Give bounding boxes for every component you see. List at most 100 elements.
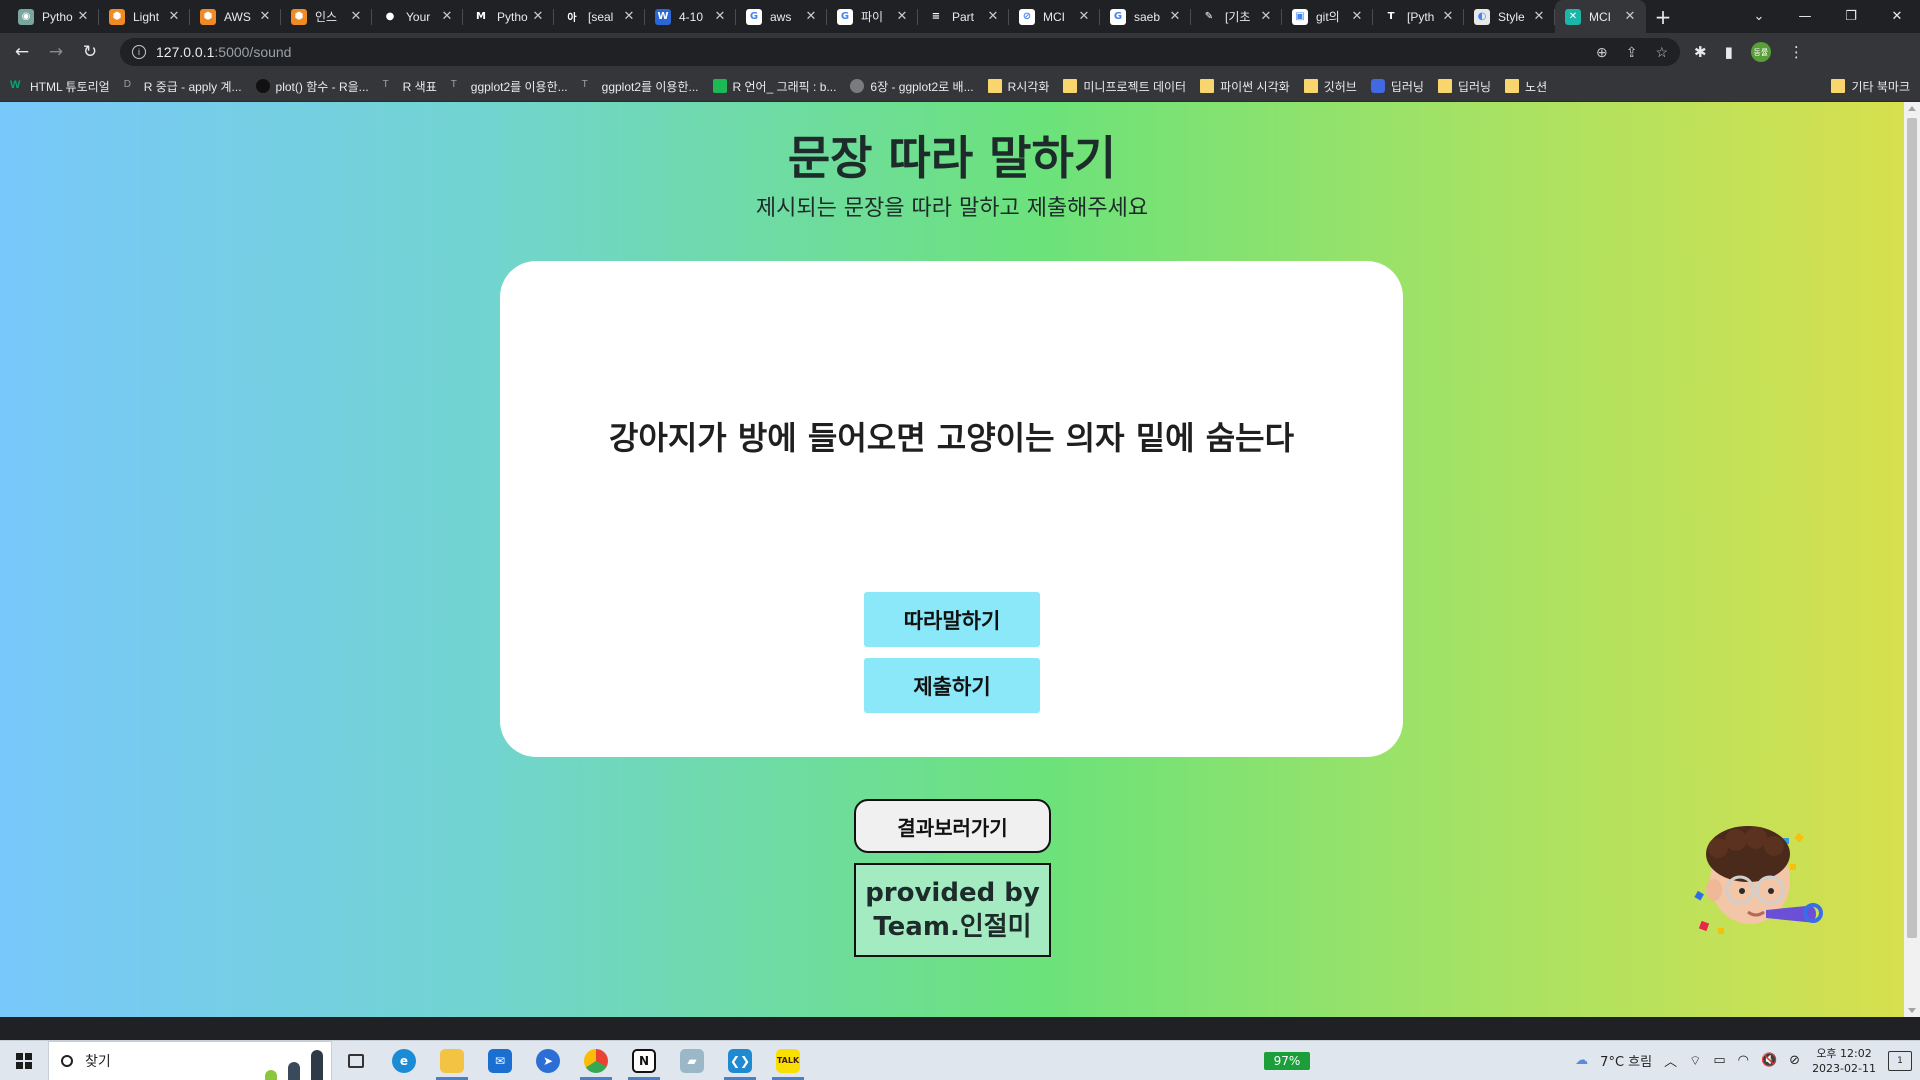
tab-close-icon[interactable]: ✕: [1440, 9, 1456, 24]
bookmark-item[interactable]: T R 색표: [383, 78, 437, 95]
taskbar-clock[interactable]: 오후 12:02 2023-02-11: [1812, 1046, 1876, 1076]
browser-tab[interactable]: G 파이 ✕: [827, 0, 918, 33]
back-button[interactable]: ←: [8, 38, 36, 66]
taskbar-chrome[interactable]: [572, 1041, 620, 1080]
taskbar-notion[interactable]: N: [620, 1041, 668, 1080]
taskbar-kakaotalk[interactable]: TALK: [764, 1041, 812, 1080]
windows-logo-icon: [16, 1052, 32, 1069]
tab-close-icon[interactable]: ✕: [348, 9, 364, 24]
tab-close-icon[interactable]: ✕: [166, 9, 182, 24]
bookmark-item[interactable]: 딥러닝: [1437, 78, 1491, 95]
page-scrollbar[interactable]: [1904, 102, 1920, 1017]
new-tab-button[interactable]: +: [1646, 0, 1680, 33]
taskbar-search-box[interactable]: 찾기: [48, 1040, 332, 1080]
browser-tab[interactable]: ◉ Pytho ✕: [8, 0, 99, 33]
network-icon[interactable]: ⌔: [1689, 1053, 1701, 1069]
bookmark-item[interactable]: 깃허브: [1303, 78, 1357, 95]
bookmark-item[interactable]: plot() 함수 - R을...: [255, 78, 369, 95]
taskbar-mail[interactable]: ✉: [476, 1041, 524, 1080]
browser-tab[interactable]: ✕ MCI ✕: [1555, 0, 1646, 33]
extensions-icon[interactable]: ✱: [1694, 43, 1707, 61]
bookmark-item[interactable]: 노션: [1505, 78, 1547, 95]
taskbar-edge[interactable]: e: [380, 1041, 428, 1080]
browser-tab[interactable]: ⬢ Light ✕: [99, 0, 190, 33]
start-button[interactable]: [0, 1041, 48, 1080]
close-window-button[interactable]: ✕: [1874, 0, 1920, 33]
browser-tab[interactable]: 아 [seal ✕: [554, 0, 645, 33]
taskbar-vscode[interactable]: ❮❯: [716, 1041, 764, 1080]
bookmark-item[interactable]: D R 중급 - apply 계...: [124, 78, 242, 95]
task-view-button[interactable]: [332, 1041, 380, 1080]
browser-tab[interactable]: ◐ Style ✕: [1464, 0, 1555, 33]
weather-text[interactable]: 7°C 흐림: [1600, 1051, 1652, 1070]
tab-close-icon[interactable]: ✕: [621, 9, 637, 24]
browser-tab[interactable]: Gsaeb ✕: [1100, 0, 1191, 33]
tab-close-icon[interactable]: ✕: [1258, 9, 1274, 24]
browser-tab[interactable]: T [Pyth ✕: [1373, 0, 1464, 33]
browser-tab[interactable]: ≡ Part ✕: [918, 0, 1009, 33]
profile-avatar[interactable]: 동률: [1750, 42, 1771, 62]
browser-tab[interactable]: ▣ git의 ✕: [1282, 0, 1373, 33]
repeat-speech-button[interactable]: 따라말하기: [864, 592, 1040, 647]
zoom-icon[interactable]: ⊕: [1596, 44, 1608, 61]
site-info-icon[interactable]: i: [132, 45, 146, 59]
restore-button[interactable]: ❐: [1828, 0, 1874, 33]
tab-close-icon[interactable]: ✕: [1167, 9, 1183, 24]
taskbar-pinned-app[interactable]: ➤: [524, 1041, 572, 1080]
scroll-up-arrow-icon[interactable]: [1908, 106, 1916, 111]
battery-percentage-badge[interactable]: 97%: [1264, 1051, 1310, 1070]
bookmark-item[interactable]: Tggplot2를 이용한...: [582, 78, 699, 95]
chevron-up-icon[interactable]: ︿: [1664, 1051, 1677, 1070]
volume-muted-icon[interactable]: 🔇: [1761, 1053, 1777, 1068]
browser-tab[interactable]: ● Your ✕: [372, 0, 463, 33]
taskbar-tool-app[interactable]: ▰: [668, 1041, 716, 1080]
bookmark-item[interactable]: 파이썬 시각화: [1200, 78, 1290, 95]
tab-close-icon[interactable]: ✕: [1531, 9, 1547, 24]
tab-close-icon[interactable]: ✕: [530, 9, 546, 24]
share-icon[interactable]: ⇪: [1626, 44, 1638, 61]
tab-close-icon[interactable]: ✕: [257, 9, 273, 24]
disabled-icon[interactable]: ⊘: [1789, 1053, 1800, 1068]
bookmark-item[interactable]: 딥러닝: [1370, 78, 1424, 95]
tab-close-icon[interactable]: ✕: [803, 9, 819, 24]
address-bar[interactable]: i 127.0.0.1:5000/sound ⊕ ⇪ ☆: [120, 38, 1680, 66]
bookmark-item[interactable]: 6장 - ggplot2로 배...: [850, 78, 974, 95]
browser-tab[interactable]: M Pytho ✕: [463, 0, 554, 33]
tab-close-icon[interactable]: ✕: [439, 9, 455, 24]
tab-close-icon[interactable]: ✕: [1076, 9, 1092, 24]
tab-close-icon[interactable]: ✕: [1349, 9, 1365, 24]
browser-tab[interactable]: ⊘ MCI ✕: [1009, 0, 1100, 33]
menu-icon[interactable]: ⋮: [1789, 43, 1804, 61]
browser-tab[interactable]: ⬢ AWS ✕: [190, 0, 281, 33]
tab-close-icon[interactable]: ✕: [985, 9, 1001, 24]
notification-center-icon[interactable]: 1: [1888, 1050, 1912, 1071]
bookmark-star-icon[interactable]: ☆: [1655, 44, 1668, 61]
other-bookmarks-folder[interactable]: 기타 북마크: [1831, 78, 1910, 95]
tab-close-icon[interactable]: ✕: [894, 9, 910, 24]
bookmark-item[interactable]: R시각화: [987, 78, 1049, 95]
bookmark-item[interactable]: R 언어_ 그래픽 : b...: [712, 78, 836, 95]
tab-close-icon[interactable]: ✕: [75, 9, 91, 24]
wifi-icon[interactable]: ◠: [1738, 1053, 1749, 1068]
side-panel-icon[interactable]: ▮: [1725, 43, 1733, 61]
tab-close-icon[interactable]: ✕: [712, 9, 728, 24]
scroll-down-arrow-icon[interactable]: [1908, 1008, 1916, 1013]
bookmark-item[interactable]: W HTML 튜토리얼: [10, 78, 110, 95]
view-results-button[interactable]: 결과보러가기: [854, 799, 1051, 853]
browser-tab[interactable]: Gaws ✕: [736, 0, 827, 33]
battery-icon[interactable]: ▭: [1713, 1053, 1725, 1068]
bookmark-item[interactable]: 미니프로젝트 데이터: [1063, 78, 1186, 95]
tab-close-icon[interactable]: ✕: [1622, 9, 1638, 24]
tab-search-icon[interactable]: ⌄: [1736, 0, 1782, 33]
minimize-button[interactable]: —: [1782, 0, 1828, 33]
submit-button[interactable]: 제출하기: [864, 658, 1040, 713]
browser-tab[interactable]: ✎ [기초 ✕: [1191, 0, 1282, 33]
browser-tab[interactable]: ⬢ 인스 ✕: [281, 0, 372, 33]
reload-button[interactable]: ↻: [76, 38, 104, 66]
notion-icon: N: [632, 1048, 656, 1073]
forward-button[interactable]: →: [42, 38, 70, 66]
scrollbar-thumb[interactable]: [1907, 118, 1917, 938]
taskbar-file-explorer[interactable]: [428, 1041, 476, 1080]
bookmark-item[interactable]: Tggplot2를 이용한...: [451, 78, 568, 95]
browser-tab[interactable]: W 4-10 ✕: [645, 0, 736, 33]
